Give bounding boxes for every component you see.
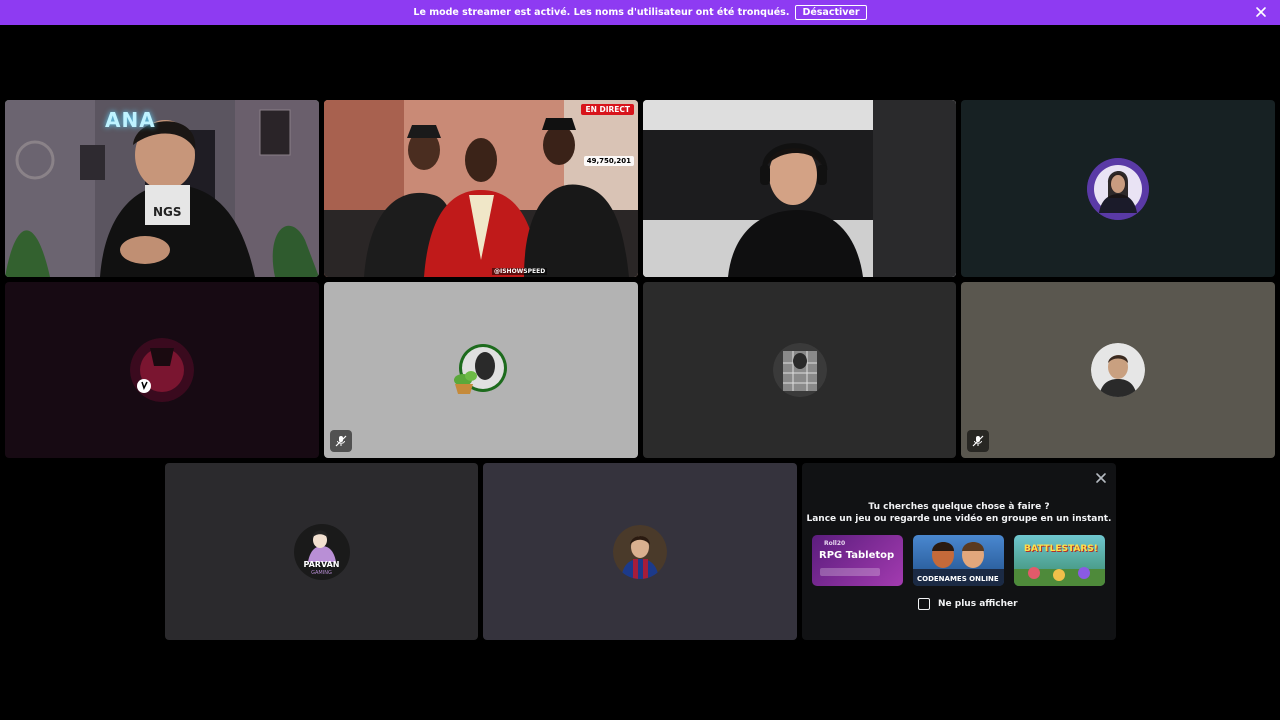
game-card-rpg-tabletop[interactable]: Roll20 RPG Tabletop	[812, 535, 903, 586]
user-avatar	[772, 343, 827, 397]
muted-indicator	[330, 430, 352, 452]
user-avatar: PARVAN GAMING	[293, 523, 350, 580]
neon-sign-text: ANA	[105, 108, 156, 132]
live-badge: EN DIRECT	[581, 104, 634, 115]
disable-streamer-mode-button[interactable]: Désactiver	[795, 5, 867, 20]
avatar-name-text: PARVAN	[303, 559, 340, 569]
avatar-image	[454, 344, 507, 394]
video-tile-avatar-7[interactable]	[483, 463, 797, 640]
muted-mic-icon	[972, 435, 984, 447]
game-card-art	[1014, 567, 1105, 586]
dont-show-again-label: Ne plus afficher	[938, 599, 1018, 609]
activity-suggestion-panel: Tu cherches quelque chose à faire ? Lanc…	[802, 463, 1116, 640]
game-card-title: BATTLESTARS!	[1024, 544, 1098, 554]
avatar-image	[130, 338, 194, 402]
user-avatar	[1091, 343, 1145, 397]
webcam-feed-image: NGS	[5, 100, 319, 277]
activity-prompt-subtitle: Lance un jeu ou regarde une vidéo en gro…	[806, 514, 1112, 524]
dont-show-again-checkbox[interactable]	[918, 598, 930, 610]
webcam-feed-image	[643, 100, 956, 277]
user-avatar	[613, 524, 667, 579]
dont-show-again-option[interactable]: Ne plus afficher	[918, 598, 1018, 610]
user-avatar-with-decoration	[451, 340, 511, 400]
stream-watermark: @ISHOWSPEED	[492, 268, 548, 275]
avatar-image	[613, 524, 667, 579]
game-card-title: RPG Tabletop	[819, 550, 895, 561]
activity-prompt-title: Tu cherches quelque chose à faire ?	[868, 502, 1050, 512]
video-tile-stream[interactable]: EN DIRECT 49,750,201 @ISHOWSPEED	[324, 100, 638, 277]
video-tile-webcam-1[interactable]: NGS ANA	[5, 100, 319, 277]
video-tile-avatar-5[interactable]	[961, 282, 1275, 458]
close-panel-icon[interactable]	[1094, 471, 1108, 485]
streamer-mode-message: Le mode streamer est activé. Les noms d'…	[413, 7, 790, 18]
muted-mic-icon	[335, 435, 347, 447]
video-tile-avatar-6[interactable]: PARVAN GAMING	[165, 463, 478, 640]
video-tile-avatar-1[interactable]	[961, 100, 1275, 277]
game-card-title: CODENAMES ONLINE	[917, 575, 999, 583]
close-banner-icon[interactable]	[1254, 5, 1268, 19]
avatar-sub-text: GAMING	[311, 569, 332, 576]
video-tile-avatar-4[interactable]	[643, 282, 956, 458]
viewer-count: 49,750,201	[583, 156, 634, 166]
game-card-brand: Roll20	[824, 540, 846, 547]
user-avatar	[130, 338, 194, 402]
svg-text:NGS: NGS	[153, 205, 182, 219]
video-tile-avatar-3[interactable]	[324, 282, 638, 458]
stream-feed-image	[324, 100, 638, 277]
muted-indicator	[967, 430, 989, 452]
game-card-battlestars[interactable]: BATTLESTARS!	[1014, 535, 1105, 586]
avatar-image	[1087, 157, 1149, 220]
avatar-image	[1091, 343, 1145, 397]
game-card-codenames[interactable]: CODENAMES ONLINE	[913, 535, 1004, 586]
video-tile-webcam-2[interactable]	[643, 100, 956, 277]
avatar-image	[772, 343, 827, 397]
streamer-mode-banner: Le mode streamer est activé. Les noms d'…	[0, 0, 1280, 25]
video-tile-avatar-2[interactable]	[5, 282, 319, 458]
user-avatar	[1087, 157, 1149, 220]
game-card-art	[820, 568, 880, 576]
